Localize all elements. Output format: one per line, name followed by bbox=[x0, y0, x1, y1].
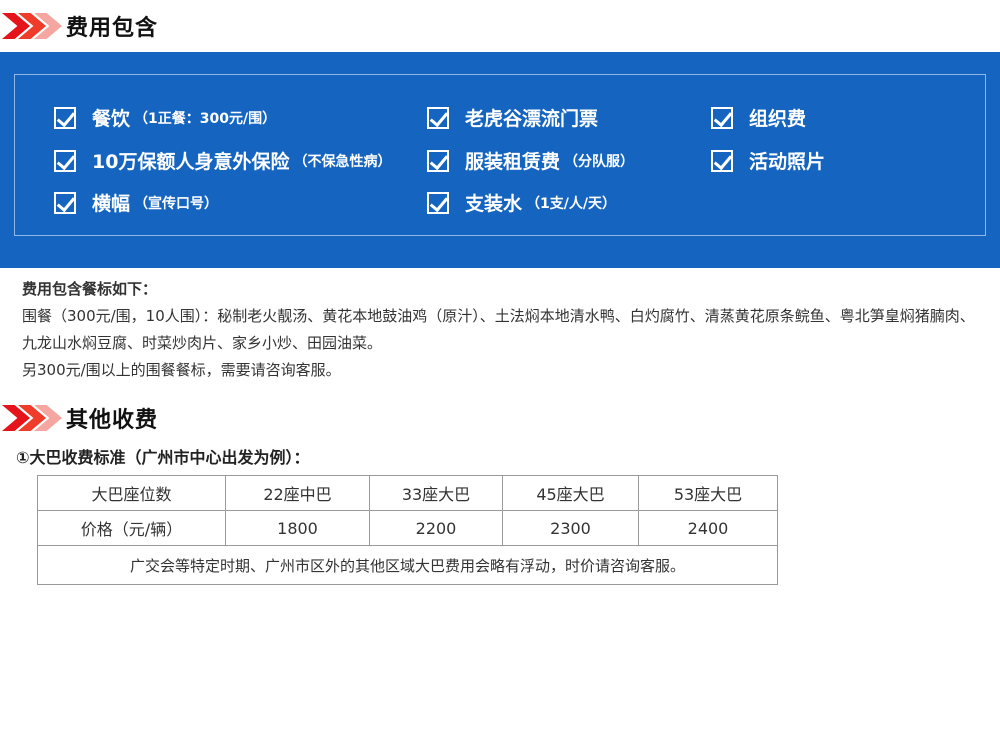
included-item: 组织费 bbox=[711, 104, 810, 131]
meal-menu-text: 围餐（300元/围，10人围）：秘制老火靓汤、黄花本地鼓油鸡（原汁）、土法焖本地… bbox=[22, 307, 975, 352]
included-item: 餐饮 （1正餐：300元/围） bbox=[54, 104, 276, 131]
table-header-cell: 45座大巴 bbox=[502, 475, 639, 511]
checkbox-checked-icon bbox=[54, 191, 76, 214]
table-row: 价格（元/辆） 1800 2200 2300 2400 bbox=[37, 510, 778, 546]
bus-fee-table: 大巴座位数 22座中巴 33座大巴 45座大巴 53座大巴 价格（元/辆） 18… bbox=[37, 475, 778, 585]
section-title: 费用包含 bbox=[66, 16, 159, 41]
meal-standard: 费用包含餐标如下： 围餐（300元/围，10人围）：秘制老火靓汤、黄花本地鼓油鸡… bbox=[22, 276, 984, 384]
table-row-label: 价格（元/辆） bbox=[37, 510, 226, 546]
table-header-cell: 33座大巴 bbox=[369, 475, 503, 511]
meal-note-text: 另300元/围以上的围餐餐标，需要请咨询客服。 bbox=[22, 361, 341, 379]
checkbox-checked-icon bbox=[54, 149, 76, 172]
checkbox-checked-icon bbox=[711, 149, 733, 172]
checkbox-checked-icon bbox=[427, 149, 449, 172]
included-item: 10万保额人身意外保险 （不保急性病） bbox=[54, 147, 391, 174]
section-title: 其他收费 bbox=[66, 408, 159, 433]
table-cell: 2300 bbox=[502, 510, 639, 546]
checkbox-checked-icon bbox=[427, 191, 449, 214]
chevron-arrows-icon bbox=[2, 11, 64, 41]
table-cell: 1800 bbox=[225, 510, 370, 546]
included-item: 服装租赁费 （分队服） bbox=[427, 147, 634, 174]
table-cell: 2200 bbox=[369, 510, 503, 546]
section-header-included: 费用包含 bbox=[0, 6, 158, 46]
bus-fee-title: ①大巴收费标准（广州市中心出发为例）： bbox=[16, 448, 310, 467]
checkbox-checked-icon bbox=[711, 106, 733, 129]
table-header-row: 大巴座位数 22座中巴 33座大巴 45座大巴 53座大巴 bbox=[37, 475, 778, 511]
included-item: 活动照片 bbox=[711, 147, 829, 174]
included-item: 横幅 （宣传口号） bbox=[54, 189, 218, 216]
table-header-cell: 大巴座位数 bbox=[37, 475, 226, 511]
chevron-arrows-icon bbox=[2, 403, 64, 433]
table-header-cell: 53座大巴 bbox=[638, 475, 778, 511]
included-item: 支装水 （1支/人/天） bbox=[427, 189, 616, 216]
meal-title: 费用包含餐标如下： bbox=[22, 280, 158, 298]
table-header-cell: 22座中巴 bbox=[225, 475, 370, 511]
table-note-row: 广交会等特定时期、广州市区外的其他区域大巴费用会略有浮动，时价请咨询客服。 bbox=[37, 545, 778, 585]
table-note: 广交会等特定时期、广州市区外的其他区域大巴费用会略有浮动，时价请咨询客服。 bbox=[37, 545, 778, 585]
table-cell: 2400 bbox=[638, 510, 778, 546]
included-item: 老虎谷漂流门票 bbox=[427, 104, 602, 131]
checkbox-checked-icon bbox=[427, 106, 449, 129]
section-header-other-fees: 其他收费 bbox=[0, 398, 158, 438]
checkbox-checked-icon bbox=[54, 106, 76, 129]
